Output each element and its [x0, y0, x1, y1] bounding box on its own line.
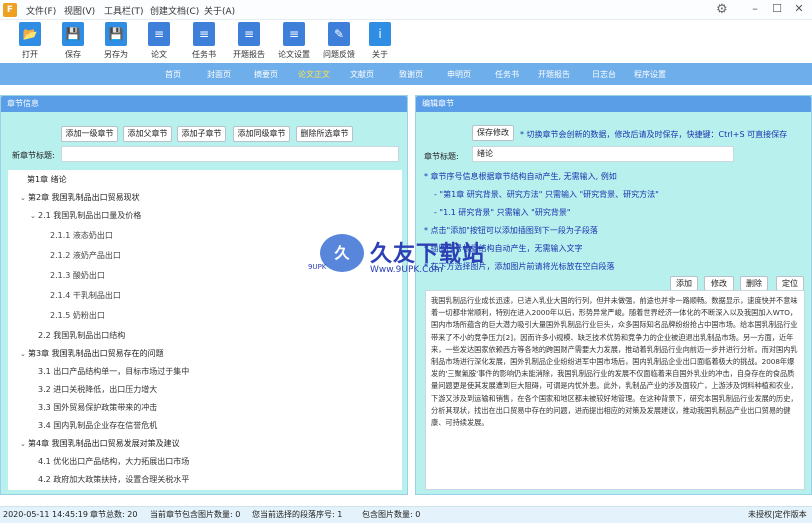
feedback-icon: ✎ [328, 22, 350, 46]
feedback-button[interactable]: ✎ 问题反馈 [322, 22, 356, 62]
tree-item[interactable]: ⌄ 第2章 我国乳制品出口贸易现状 [20, 192, 140, 203]
tree-item[interactable]: 4.2 政府加大政策扶持，设置合理关税水平 [38, 474, 189, 485]
tree-item[interactable]: 4.1 优化出口产品结构，大力拓展出口市场 [38, 456, 189, 467]
document-icon: ≡ [238, 22, 260, 46]
maximize-icon[interactable]: ☐ [770, 2, 784, 16]
delete-chapter-button[interactable]: 删除所选章节 [296, 126, 353, 142]
tab-cover[interactable]: 封面页 [207, 69, 231, 80]
tree-item[interactable]: ⌄ 第4章 我国乳制品出口贸易发展对策及建议 [20, 438, 180, 449]
tab-thanks[interactable]: 致谢页 [399, 69, 423, 80]
paper-button[interactable]: ≡ 论文 [142, 22, 176, 62]
document-icon: ≡ [148, 22, 170, 46]
paper-settings-button[interactable]: ≡ 论文设置 [277, 22, 311, 62]
tree-item[interactable]: 2.1.4 干乳制品出口 [50, 290, 121, 301]
menu-bar: F 文件(F) 视图(V) 工具栏(T) 创建文档(C) 关于(A) ⚙ – ☐… [0, 0, 812, 20]
settings-icon[interactable]: ⚙ [716, 2, 728, 17]
tab-references[interactable]: 文献页 [350, 69, 374, 80]
chapter-title-input[interactable]: 绪论 [472, 146, 734, 162]
save-changes-button[interactable]: 保存修改 [472, 125, 514, 141]
document-settings-icon: ≡ [283, 22, 305, 46]
watermark-site: 9UPK [308, 263, 327, 271]
chapter-title-label: 章节标题: [424, 152, 459, 161]
menu-create-doc[interactable]: 创建文档(C) [150, 4, 199, 17]
watermark-title: 久友下载站 [370, 242, 486, 267]
save-as-button[interactable]: 💾 另存为 [99, 22, 133, 62]
status-chapter-count: 章节总数: 20 [90, 510, 138, 519]
info-icon: i [369, 22, 391, 46]
task-book-button[interactable]: ≡ 任务书 [187, 22, 221, 62]
document-icon: ≡ [193, 22, 215, 46]
app-logo-icon: F [3, 3, 17, 17]
toolbar: 📂 打开 💾 保存 💾 另存为 ≡ 论文 ≡ 任务书 ≡ 开题报告 ≡ 论文设置… [0, 20, 812, 62]
save-hint: * 切换章节会创新的数据，修改后请及时保存，快捷键：Ctrl+S 可直接保存 [520, 130, 788, 139]
tab-body[interactable]: 论文正文 [298, 69, 330, 80]
save-as-icon: 💾 [105, 22, 127, 46]
hint-line: - "第1章 研究背景、研究方法" 只需输入 "研究背景、研究方法" [434, 190, 659, 199]
tree-item[interactable]: 2.1.2 液奶产品出口 [50, 250, 121, 261]
hint-line: - "1.1 研究背景" 只需输入 "研究背景" [434, 208, 571, 217]
panel-title: 章节信息 [1, 96, 407, 112]
status-datetime: 2020-05-11 14:45:19 [3, 510, 88, 519]
chevron-down-icon[interactable]: ⌄ [20, 440, 28, 448]
status-para-pics: 包含图片数量: 0 [362, 510, 421, 519]
close-icon[interactable]: ✕ [792, 2, 806, 16]
folder-icon: 📂 [19, 22, 41, 46]
watermark-url: Www.9UPK.Com [370, 265, 443, 275]
tree-item[interactable]: 3.4 国内乳制品企业存在信誉危机 [38, 420, 157, 431]
status-pic-count: 当前章节包含图片数量: 0 [150, 510, 241, 519]
tab-task-book[interactable]: 任务书 [495, 69, 519, 80]
panel-title: 编辑章节 [416, 96, 811, 112]
tab-statement[interactable]: 申明页 [447, 69, 471, 80]
edit-button[interactable]: 修改 [704, 276, 734, 291]
tree-item[interactable]: 3.1 出口产品结构单一，目标市场过于集中 [38, 366, 189, 377]
menu-about[interactable]: 关于(A) [204, 4, 235, 17]
tab-home[interactable]: 首页 [165, 69, 181, 80]
tab-proposal[interactable]: 开题报告 [538, 69, 570, 80]
open-button[interactable]: 📂 打开 [13, 22, 47, 62]
menu-view[interactable]: 视图(V) [64, 4, 95, 17]
add-top-chapter-button[interactable]: 添加一级章节 [61, 126, 118, 142]
paragraph-content-editor[interactable]: 我国乳制品行业成长迅速，已进入乳业大国的行列，但并未做强，前途也并非一路顺畅。数… [425, 290, 805, 490]
status-note: 未授权|定作版本 [748, 510, 807, 519]
minimize-icon[interactable]: – [748, 2, 762, 16]
add-child-chapter-button[interactable]: 添加子章节 [177, 126, 226, 142]
delete-button[interactable]: 删除 [740, 276, 768, 291]
status-bar: 2020-05-11 14:45:19 章节总数: 20 当前章节包含图片数量:… [0, 506, 812, 523]
tree-item[interactable]: 3.2 进口关税降低，出口压力增大 [38, 384, 157, 395]
add-sibling-chapter-button[interactable]: 添加同级章节 [233, 126, 290, 142]
chapter-tree: 第1章 绪论 ⌄ 第2章 我国乳制品出口贸易现状 ⌄ 2.1 我国乳制品出口量及价格… [8, 170, 402, 490]
watermark-logo-icon: 久 [320, 234, 364, 272]
tree-item[interactable]: ⌄ 第3章 我国乳制品出口贸易存在的问题 [20, 348, 164, 359]
proposal-button[interactable]: ≡ 开题报告 [232, 22, 266, 62]
save-button[interactable]: 💾 保存 [56, 22, 90, 62]
status-para-index: 您当前选择的段落序号: 1 [252, 510, 343, 519]
chevron-down-icon[interactable]: ⌄ [30, 212, 38, 220]
tree-item[interactable]: 第1章 绪论 [27, 174, 67, 185]
tree-item[interactable]: 2.2 我国乳制品出口结构 [38, 330, 125, 341]
tree-item[interactable]: 2.1.1 液态奶出口 [50, 230, 113, 241]
floppy-icon: 💾 [62, 22, 84, 46]
locate-button[interactable]: 定位 [776, 276, 804, 291]
menu-file[interactable]: 文件(F) [26, 4, 56, 17]
nav-tabs: 首页 封面页 摘要页 论文正文 文献页 致谢页 申明页 任务书 开题报告 日志台… [0, 63, 812, 85]
tab-log[interactable]: 日志台 [592, 69, 616, 80]
hint-line: * 点击"添加"按钮可以添加插图到下一段为子段落 [424, 226, 598, 235]
menu-toolbar[interactable]: 工具栏(T) [104, 4, 144, 17]
tree-item[interactable]: 3.3 国外贸易保护政策带来的冲击 [38, 402, 157, 413]
tree-item[interactable]: ⌄ 2.1 我国乳制品出口量及价格 [30, 210, 141, 221]
tree-item[interactable]: 2.1.5 奶粉出口 [50, 310, 105, 321]
new-title-label: 新章节标题: [12, 151, 55, 160]
chevron-down-icon[interactable]: ⌄ [20, 350, 28, 358]
new-title-input[interactable] [61, 146, 399, 162]
hint-line: * 章节序号信息根据章节结构自动产生, 无需输入, 例如 [424, 172, 617, 181]
chevron-down-icon[interactable]: ⌄ [20, 194, 28, 202]
add-parent-chapter-button[interactable]: 添加父章节 [123, 126, 172, 142]
tab-settings[interactable]: 程序设置 [634, 69, 666, 80]
tree-item[interactable]: 2.1.3 酸奶出口 [50, 270, 105, 281]
add-button[interactable]: 添加 [670, 276, 698, 291]
tab-abstract[interactable]: 摘要页 [254, 69, 278, 80]
about-button[interactable]: i 关于 [363, 22, 397, 62]
